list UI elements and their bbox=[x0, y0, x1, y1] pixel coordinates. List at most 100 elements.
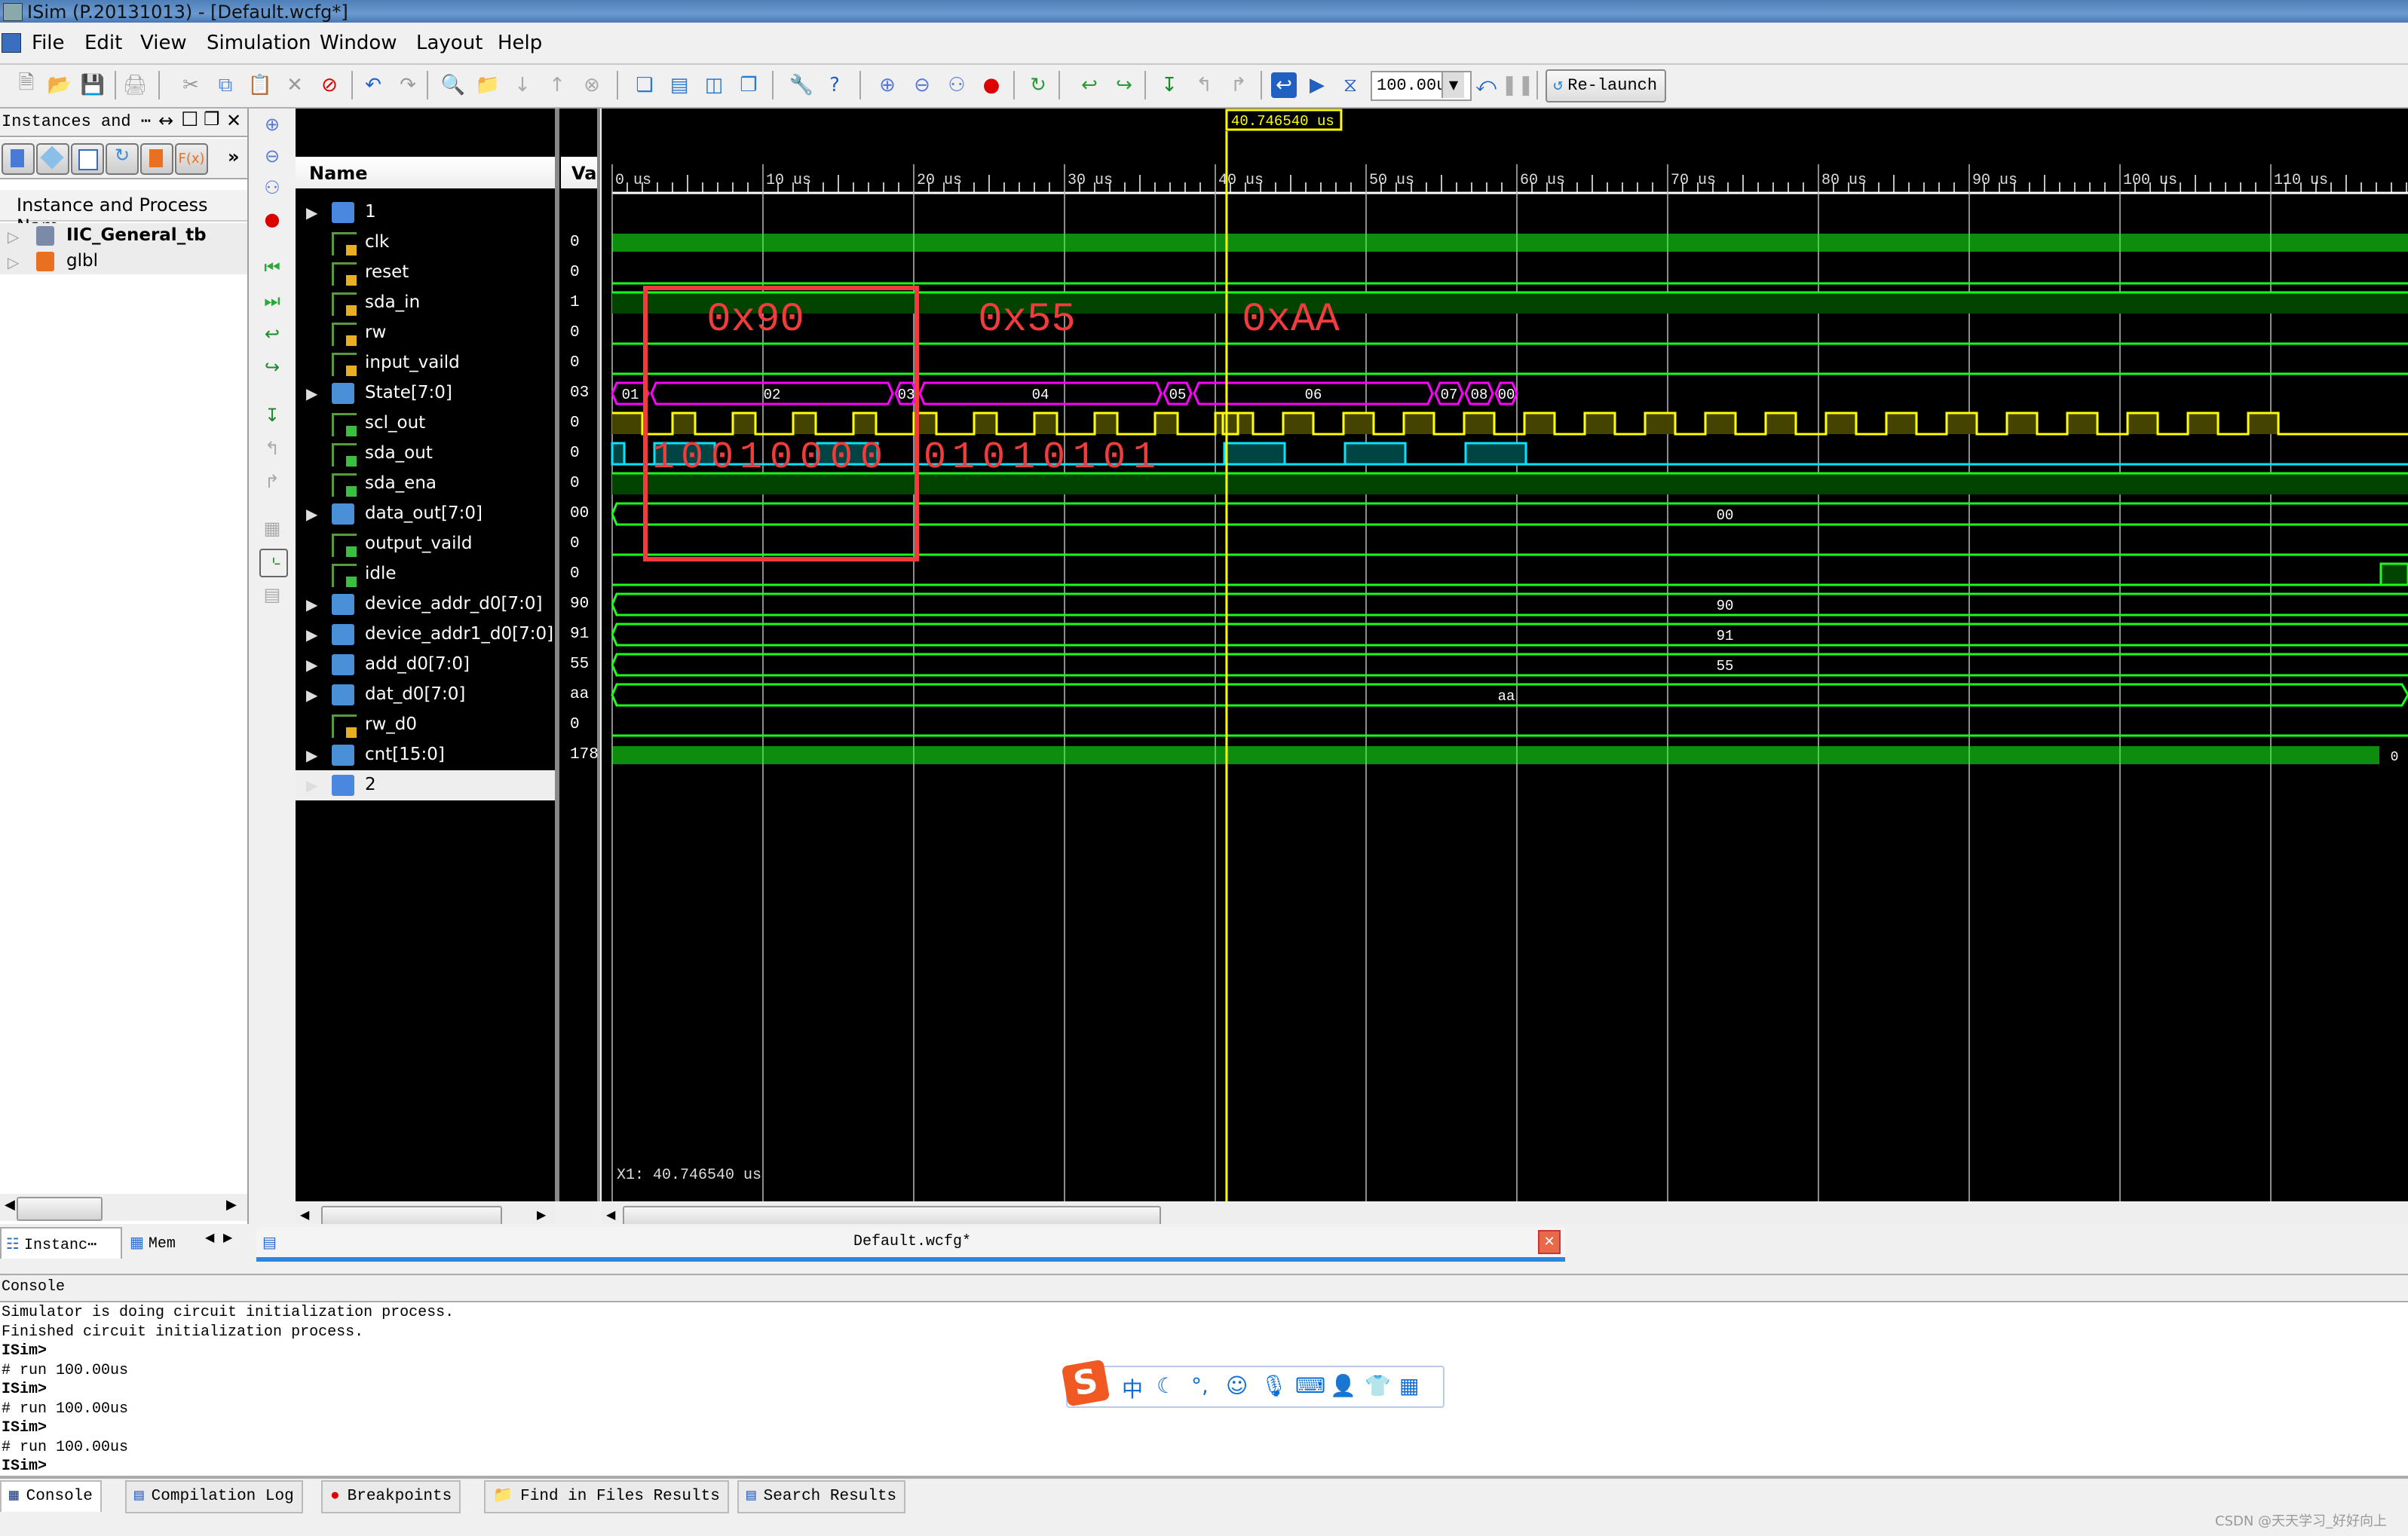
zoom-out-icon[interactable]: ⊖ bbox=[909, 72, 935, 98]
signal-row[interactable]: ▶ data_out[7:0] bbox=[296, 499, 555, 529]
tree-item[interactable]: ▷ IIC_General_tb bbox=[0, 223, 247, 249]
menu-help[interactable]: Help bbox=[498, 32, 542, 54]
zoom-fit-icon[interactable]: ⚇ bbox=[944, 72, 970, 98]
scroll-left-icon[interactable]: ◀ bbox=[606, 1207, 615, 1222]
menu-file[interactable]: File bbox=[32, 32, 65, 54]
snap-to-transition-icon[interactable]: ⌎ bbox=[259, 549, 288, 577]
expand-icon[interactable]: ▷ bbox=[8, 228, 19, 246]
signal-row[interactable]: ▶ 1 bbox=[296, 197, 555, 228]
expand-icon[interactable]: ▶ bbox=[306, 626, 317, 644]
value-column-header[interactable]: Va bbox=[561, 157, 597, 188]
menu-layout[interactable]: Layout bbox=[416, 32, 483, 54]
tab-scroll-left-icon[interactable]: ◀ bbox=[205, 1230, 214, 1244]
signal-row[interactable]: ▶ dat_d0[7:0] bbox=[296, 680, 555, 710]
save-icon[interactable]: 💾 bbox=[80, 72, 106, 98]
more-tools-button[interactable]: » bbox=[228, 146, 240, 167]
expand-icon[interactable]: ▶ bbox=[306, 746, 317, 764]
no-entry-icon[interactable]: ⊘ bbox=[317, 72, 342, 98]
close-tab-icon[interactable]: ✕ bbox=[1538, 1230, 1561, 1254]
punctuation-icon[interactable]: °, bbox=[1191, 1373, 1209, 1398]
name-column-header[interactable]: Name bbox=[296, 157, 555, 188]
cut-icon[interactable]: ✂ bbox=[178, 72, 204, 98]
next-marker-icon[interactable]: ↱ bbox=[259, 469, 285, 494]
waveform-pane[interactable]: 0 us 10 us 20 us 30 us 40 us 50 us 60 us 70 us 8… bbox=[602, 109, 2408, 1230]
expand-icon[interactable]: ▶ bbox=[306, 595, 317, 613]
expand-icon[interactable]: ▶ bbox=[306, 776, 317, 794]
run-for-icon[interactable]: ⧖ bbox=[1337, 72, 1363, 98]
keyboard-icon[interactable]: ⌨ bbox=[1295, 1373, 1325, 1398]
scroll-right-icon[interactable]: ▶ bbox=[537, 1207, 546, 1222]
expand-icon[interactable]: ▶ bbox=[306, 686, 317, 704]
tab-compilation-log[interactable]: ▤ Compilation Log bbox=[125, 1480, 303, 1513]
menu-window[interactable]: Window bbox=[320, 32, 397, 54]
restore-icon[interactable]: ❐ bbox=[204, 109, 220, 130]
scroll-left-icon[interactable]: ◀ bbox=[5, 1197, 15, 1213]
signal-row[interactable]: input_vaild bbox=[296, 348, 555, 378]
chinese-mode-icon[interactable]: 中 bbox=[1122, 1373, 1143, 1403]
add-marker-icon[interactable]: ↧ bbox=[259, 402, 285, 428]
instance-chip-button[interactable] bbox=[2, 143, 35, 175]
tile-vertical-icon[interactable]: ◫ bbox=[701, 72, 727, 98]
tab-scroll-right-icon[interactable]: ▶ bbox=[223, 1230, 232, 1244]
context-help-icon[interactable]: ? bbox=[822, 72, 847, 98]
expand-icon[interactable]: ▷ bbox=[8, 253, 19, 271]
find-icon[interactable]: 🔍 bbox=[440, 72, 466, 98]
run-time-dropdown[interactable]: ▼ bbox=[1441, 72, 1464, 98]
signal-row[interactable]: rw bbox=[296, 318, 555, 348]
prev-marker-icon[interactable]: ↰ bbox=[259, 436, 285, 461]
print-icon[interactable]: 🖨 bbox=[122, 72, 148, 98]
signal-row[interactable]: sda_in bbox=[296, 288, 555, 318]
signal-row[interactable]: idle bbox=[296, 559, 555, 589]
run-icon[interactable]: ↪ bbox=[1111, 72, 1137, 98]
tab-memory[interactable]: ▦ Mem bbox=[125, 1227, 201, 1257]
signal-row[interactable]: clk bbox=[296, 228, 555, 258]
stop-icon[interactable]: ⊗ bbox=[579, 72, 605, 98]
expand-icon[interactable]: ▶ bbox=[306, 505, 317, 523]
zoom-in-icon[interactable]: ⊕ bbox=[259, 112, 285, 137]
expand-icon[interactable]: ▶ bbox=[306, 384, 317, 402]
menu-view[interactable]: View bbox=[140, 32, 187, 54]
sogou-logo[interactable]: S bbox=[1061, 1359, 1111, 1407]
emoji-icon[interactable]: ☺ bbox=[1226, 1373, 1248, 1398]
zoom-in-icon[interactable]: ⊕ bbox=[875, 72, 900, 98]
resize-icon[interactable]: ↔ bbox=[158, 110, 173, 131]
prev-transition-icon[interactable]: ⏮ bbox=[259, 255, 285, 280]
signal-row[interactable]: ▶ device_addr1_d0[7:0] bbox=[296, 620, 555, 650]
pause-icon[interactable]: ❚❚ bbox=[1501, 72, 1534, 98]
expand-icon[interactable]: ▶ bbox=[306, 656, 317, 674]
skin-icon[interactable]: 👕 bbox=[1365, 1373, 1391, 1398]
microphone-icon[interactable]: 🎙 bbox=[1261, 1373, 1288, 1398]
signal-row[interactable]: scl_out bbox=[296, 408, 555, 439]
paste-icon[interactable]: 📋 bbox=[247, 72, 273, 98]
next-transition-icon[interactable]: ⏭ bbox=[259, 288, 285, 314]
half-width-icon[interactable]: ☾ bbox=[1157, 1373, 1175, 1398]
arrow-up-icon[interactable]: ↑ bbox=[544, 72, 570, 98]
step-icon[interactable]: ↧ bbox=[1157, 72, 1182, 98]
signal-row[interactable]: ▶ add_d0[7:0] bbox=[296, 650, 555, 680]
tree-item[interactable]: ▷ glbl bbox=[0, 249, 247, 274]
process-chip-button[interactable] bbox=[140, 143, 173, 175]
signal-row[interactable]: sda_ena bbox=[296, 469, 555, 499]
open-file-icon[interactable]: 📂 bbox=[47, 72, 72, 98]
tile-horizontal-icon[interactable]: ▤ bbox=[666, 72, 692, 98]
expand-icon[interactable]: ▶ bbox=[306, 203, 317, 222]
break-icon[interactable]: ⤺ bbox=[1473, 72, 1499, 98]
cascade-icon[interactable]: ❏ bbox=[632, 72, 657, 98]
float-window-icon[interactable]: ❐ bbox=[736, 72, 761, 98]
copy-icon[interactable]: ⧉ bbox=[213, 72, 238, 98]
step-forward-icon[interactable]: ↱ bbox=[1226, 72, 1251, 98]
refresh-button[interactable]: ↻ bbox=[106, 143, 139, 175]
close-icon[interactable]: ✕ bbox=[226, 110, 241, 131]
signal-row[interactable]: ▶ State[7:0] bbox=[296, 378, 555, 408]
menu-edit[interactable]: Edit bbox=[84, 32, 122, 54]
swap-cursor-icon[interactable]: ▦ bbox=[259, 516, 285, 541]
restart-icon[interactable]: ↩ bbox=[1077, 72, 1102, 98]
function-button[interactable]: F(x) bbox=[175, 143, 208, 175]
undo-icon[interactable]: ↶ bbox=[360, 72, 386, 98]
zoom-out-icon[interactable]: ⊖ bbox=[259, 143, 285, 169]
zoom-to-cursor-icon[interactable]: ● bbox=[259, 207, 285, 232]
signal-row[interactable]: sda_out bbox=[296, 439, 555, 469]
toolbox-icon[interactable]: ▦ bbox=[1399, 1373, 1419, 1398]
menu-simulation[interactable]: Simulation bbox=[207, 32, 311, 54]
signal-row[interactable]: ▶ cnt[15:0] bbox=[296, 740, 555, 770]
